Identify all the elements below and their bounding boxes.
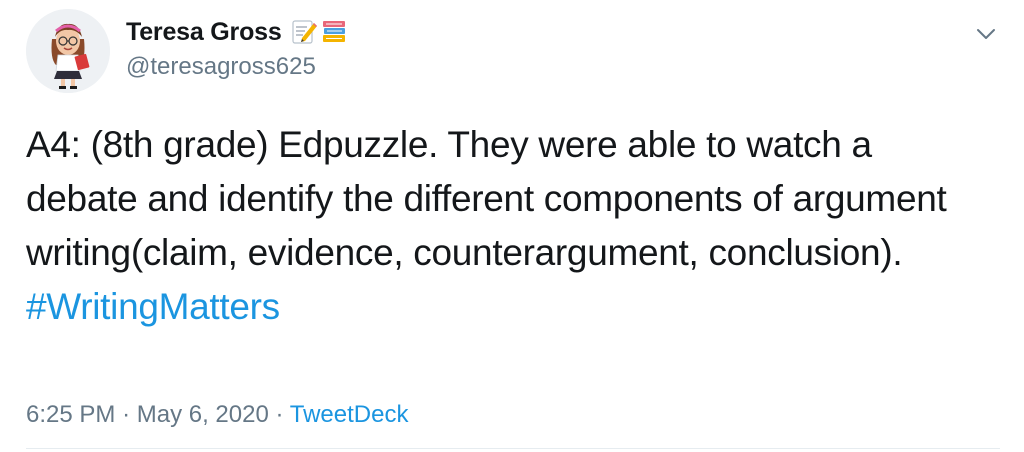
- tweet-source-link[interactable]: TweetDeck: [290, 401, 409, 428]
- tweet-metadata: 6:25 PM · May 6, 2020 · TweetDeck: [26, 398, 408, 432]
- display-name[interactable]: Teresa Gross: [126, 16, 282, 48]
- tweet-time[interactable]: 6:25 PM: [26, 401, 115, 428]
- more-options-chevron-down-icon[interactable]: [972, 20, 1000, 48]
- tweet-text: A4: (8th grade) Edpuzzle. They were able…: [26, 124, 947, 273]
- name-emoji-group: [290, 18, 348, 46]
- tweet-body: A4: (8th grade) Edpuzzle. They were able…: [26, 118, 986, 334]
- meta-separator: ·: [275, 401, 284, 428]
- memo-icon: [291, 20, 317, 44]
- hashtag-link[interactable]: #WritingMatters: [26, 280, 986, 334]
- meta-separator: ·: [122, 401, 131, 428]
- avatar-image: [26, 9, 110, 93]
- books-icon: [322, 21, 345, 42]
- tweet-date[interactable]: May 6, 2020: [137, 401, 269, 428]
- divider: [26, 448, 1000, 449]
- user-handle[interactable]: @teresagross625: [126, 52, 316, 82]
- user-name-row[interactable]: Teresa Gross: [126, 16, 348, 48]
- avatar[interactable]: [26, 9, 110, 93]
- tweet-card: Teresa Gross @teresagross625 A4: (8th gr…: [0, 0, 1024, 452]
